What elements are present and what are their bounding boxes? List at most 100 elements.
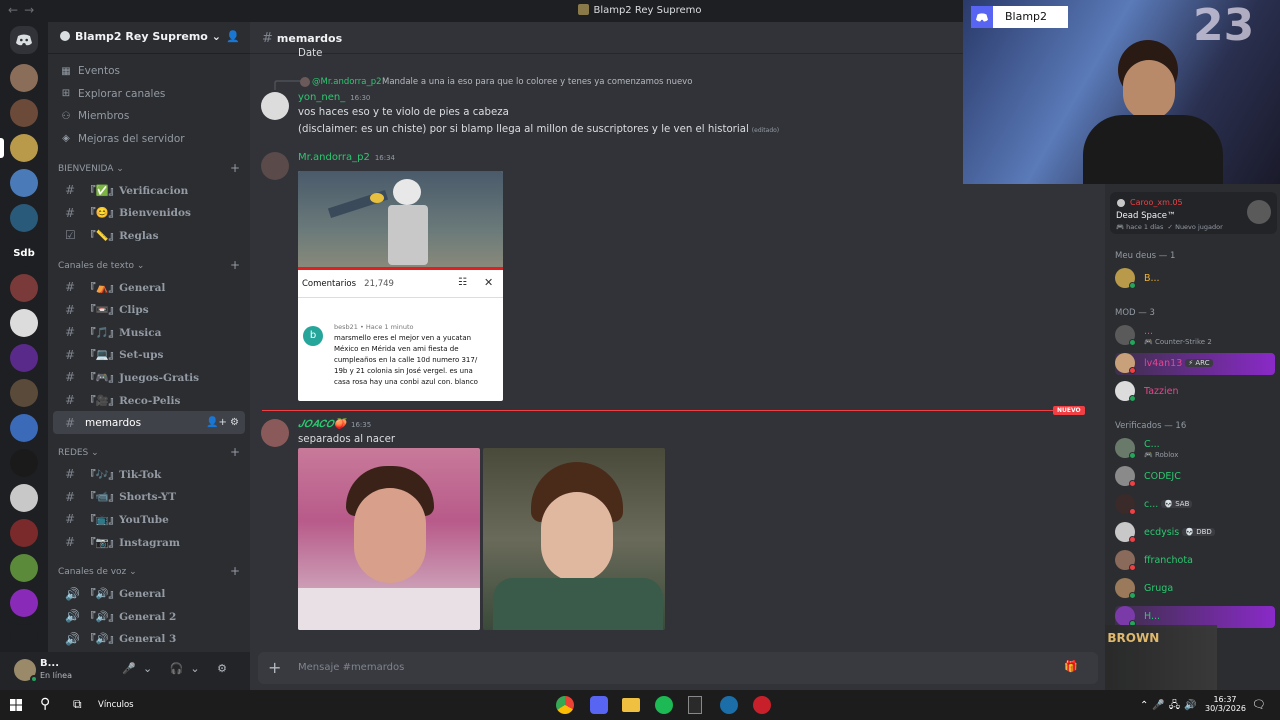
discord-taskbar-icon[interactable]: [590, 696, 608, 714]
author-avatar[interactable]: [261, 152, 289, 180]
channel-label: 『⛺』General: [85, 281, 166, 294]
invite-people-icon[interactable]: 👤: [226, 30, 240, 43]
category-bienvenida[interactable]: BIENVENIDA ⌄ +: [48, 156, 250, 179]
image-attachment[interactable]: Comentarios 21,749 ☷ ✕ b besb21 • Hace 1…: [298, 171, 503, 401]
server-icon-4[interactable]: [10, 204, 38, 232]
activity-card[interactable]: Caroo_xm.05 Dead Space™ 🎮 hace 1 días ✓ …: [1110, 192, 1277, 234]
author-avatar[interactable]: [261, 92, 289, 120]
member-item[interactable]: ecdysis 💀 DBD: [1115, 522, 1275, 544]
channel-redes-1[interactable]: # 『📹』Shorts-YT: [53, 486, 245, 509]
notification-icon[interactable]: 🗨: [1252, 698, 1266, 711]
server-icon-5[interactable]: Sdb: [10, 239, 38, 267]
file-explorer-icon[interactable]: [622, 698, 640, 712]
member-name: ecdysis 💀 DBD: [1144, 527, 1215, 538]
channel-voz-2[interactable]: 🔊 『🔊』General 3: [53, 628, 245, 651]
server-icon-16[interactable]: [10, 624, 38, 652]
nav-item-3[interactable]: ◈ Mejoras del servidor: [48, 128, 250, 151]
server-icon-9[interactable]: [10, 379, 38, 407]
recording-app-icon[interactable]: [753, 696, 771, 714]
add-channel-icon[interactable]: +: [230, 161, 240, 175]
channel-bienvenida-2[interactable]: ☑ 『📏』Reglas: [53, 224, 245, 247]
member-name: Gruga: [1144, 583, 1174, 594]
channel-bienvenida-1[interactable]: # 『😊』Bienvenidos: [53, 202, 245, 225]
channel-voz-1[interactable]: 🔊 『🔊』General 2: [53, 605, 245, 628]
add-channel-icon[interactable]: +: [230, 258, 240, 272]
channel-redes-3[interactable]: # 『📷』Instagram: [53, 531, 245, 554]
server-icon-0[interactable]: [10, 64, 38, 92]
server-icon-2[interactable]: [0, 134, 38, 162]
nav-item-0[interactable]: ▦ Eventos: [48, 60, 250, 83]
channel-texto-4[interactable]: # 『🎮』Juegos-Gratis: [53, 366, 245, 389]
add-channel-icon[interactable]: +: [230, 564, 240, 578]
server-icon-11[interactable]: [10, 449, 38, 477]
message-composer[interactable]: + Mensaje #memardos 🎁: [258, 652, 1098, 684]
search-icon[interactable]: ⚲: [40, 696, 50, 712]
member-item[interactable]: ffranchota: [1115, 550, 1275, 572]
reply-author[interactable]: @Mr.andorra_p2: [312, 77, 382, 87]
server-icon-13[interactable]: [10, 519, 38, 547]
steam-icon[interactable]: [720, 696, 738, 714]
clock[interactable]: 16:37 30/3/2026: [1205, 695, 1246, 713]
spotify-icon[interactable]: [655, 696, 673, 714]
channel-texto-0[interactable]: # 『⛺』General: [53, 276, 245, 299]
server-icon-1[interactable]: [10, 99, 38, 127]
channel-memardos[interactable]: # memardos 👤+ ⚙: [53, 411, 245, 434]
task-view-icon[interactable]: ⧉: [73, 697, 82, 712]
add-channel-icon[interactable]: +: [230, 445, 240, 459]
system-tray-icons[interactable]: ⌃🎤🖧🔊: [1140, 698, 1200, 715]
voice-controls[interactable]: 🎤⌄ 🎧⌄ ⚙: [122, 662, 234, 675]
member-item[interactable]: Gruga: [1115, 578, 1275, 600]
member-item[interactable]: B...: [1115, 268, 1275, 290]
commenter-avatar: b: [303, 326, 323, 346]
nav-item-2[interactable]: ⚇ Miembros: [48, 105, 250, 128]
author-name[interactable]: yon_nen_: [298, 92, 345, 103]
nav-item-1[interactable]: ⊞ Explorar canales: [48, 83, 250, 106]
server-icon-8[interactable]: [10, 344, 38, 372]
channel-texto-1[interactable]: # 『📼』Clips: [53, 298, 245, 321]
server-icon-7[interactable]: [10, 309, 38, 337]
server-icon-14[interactable]: [10, 554, 38, 582]
member-item[interactable]: ... 🎮 Counter-Strike 2: [1115, 325, 1275, 347]
image-attachment[interactable]: [483, 448, 665, 630]
category-texto[interactable]: Canales de texto ⌄ +: [48, 253, 250, 276]
gift-icon[interactable]: 🎁: [1064, 660, 1086, 673]
author-avatar[interactable]: [261, 419, 289, 447]
channel-redes-2[interactable]: # 『📺』YouTube: [53, 508, 245, 531]
server-icon-10[interactable]: [10, 414, 38, 442]
author-name[interactable]: Mr.andorra_p2: [298, 152, 370, 163]
server-icon-6[interactable]: [10, 274, 38, 302]
channel-settings-icon[interactable]: 👤+ ⚙: [206, 417, 239, 428]
channel-bienvenida-0[interactable]: # 『✅』Verificacion: [53, 179, 245, 202]
new-messages-divider: [262, 410, 1082, 411]
channel-redes-0[interactable]: # 『🎶』Tik-Tok: [53, 463, 245, 486]
timestamp: 16:35: [351, 421, 372, 429]
channel-label: 『💻』Set-ups: [85, 349, 164, 362]
server-icon-15[interactable]: [10, 589, 38, 617]
add-attachment-icon[interactable]: +: [268, 658, 281, 677]
member-item[interactable]: c... 💀 SAB: [1115, 494, 1275, 516]
member-item[interactable]: lv4an13 ⚡ ARC: [1115, 353, 1275, 375]
chrome-icon[interactable]: [556, 696, 574, 714]
discord-home-icon[interactable]: [10, 26, 38, 54]
image-attachment[interactable]: [298, 448, 480, 630]
streamer-nameplate: Blamp2: [971, 6, 1068, 28]
member-item[interactable]: C... 🎮 Roblox: [1115, 438, 1275, 460]
channel-texto-2[interactable]: # 『🎵』Musica: [53, 321, 245, 344]
edited-label: (editado): [751, 127, 780, 134]
start-icon[interactable]: [10, 699, 22, 711]
taskbar-widget-label[interactable]: Vínculos: [98, 700, 134, 710]
epic-games-icon[interactable]: [688, 696, 702, 714]
server-icon-3[interactable]: [10, 169, 38, 197]
flash: [370, 193, 384, 203]
member-item[interactable]: CODEJC: [1115, 466, 1275, 488]
guild-header[interactable]: Blamp2 Rey Supremo ⌄ 👤: [48, 22, 250, 54]
channel-voz-0[interactable]: 🔊 『🔊』General: [53, 582, 245, 605]
category-redes[interactable]: REDES ⌄ +: [48, 440, 250, 463]
member-item[interactable]: Tazzien: [1115, 381, 1275, 403]
activity-user: Caroo_xm.05: [1130, 198, 1183, 207]
author-name[interactable]: 𝑱𝑶𝑨𝑪𝑶🍑: [298, 419, 346, 430]
channel-texto-5[interactable]: # 『🎥』Reco-Pelis: [53, 389, 245, 412]
server-icon-12[interactable]: [10, 484, 38, 512]
category-voz[interactable]: Canales de voz ⌄ +: [48, 559, 250, 582]
channel-texto-3[interactable]: # 『💻』Set-ups: [53, 344, 245, 367]
